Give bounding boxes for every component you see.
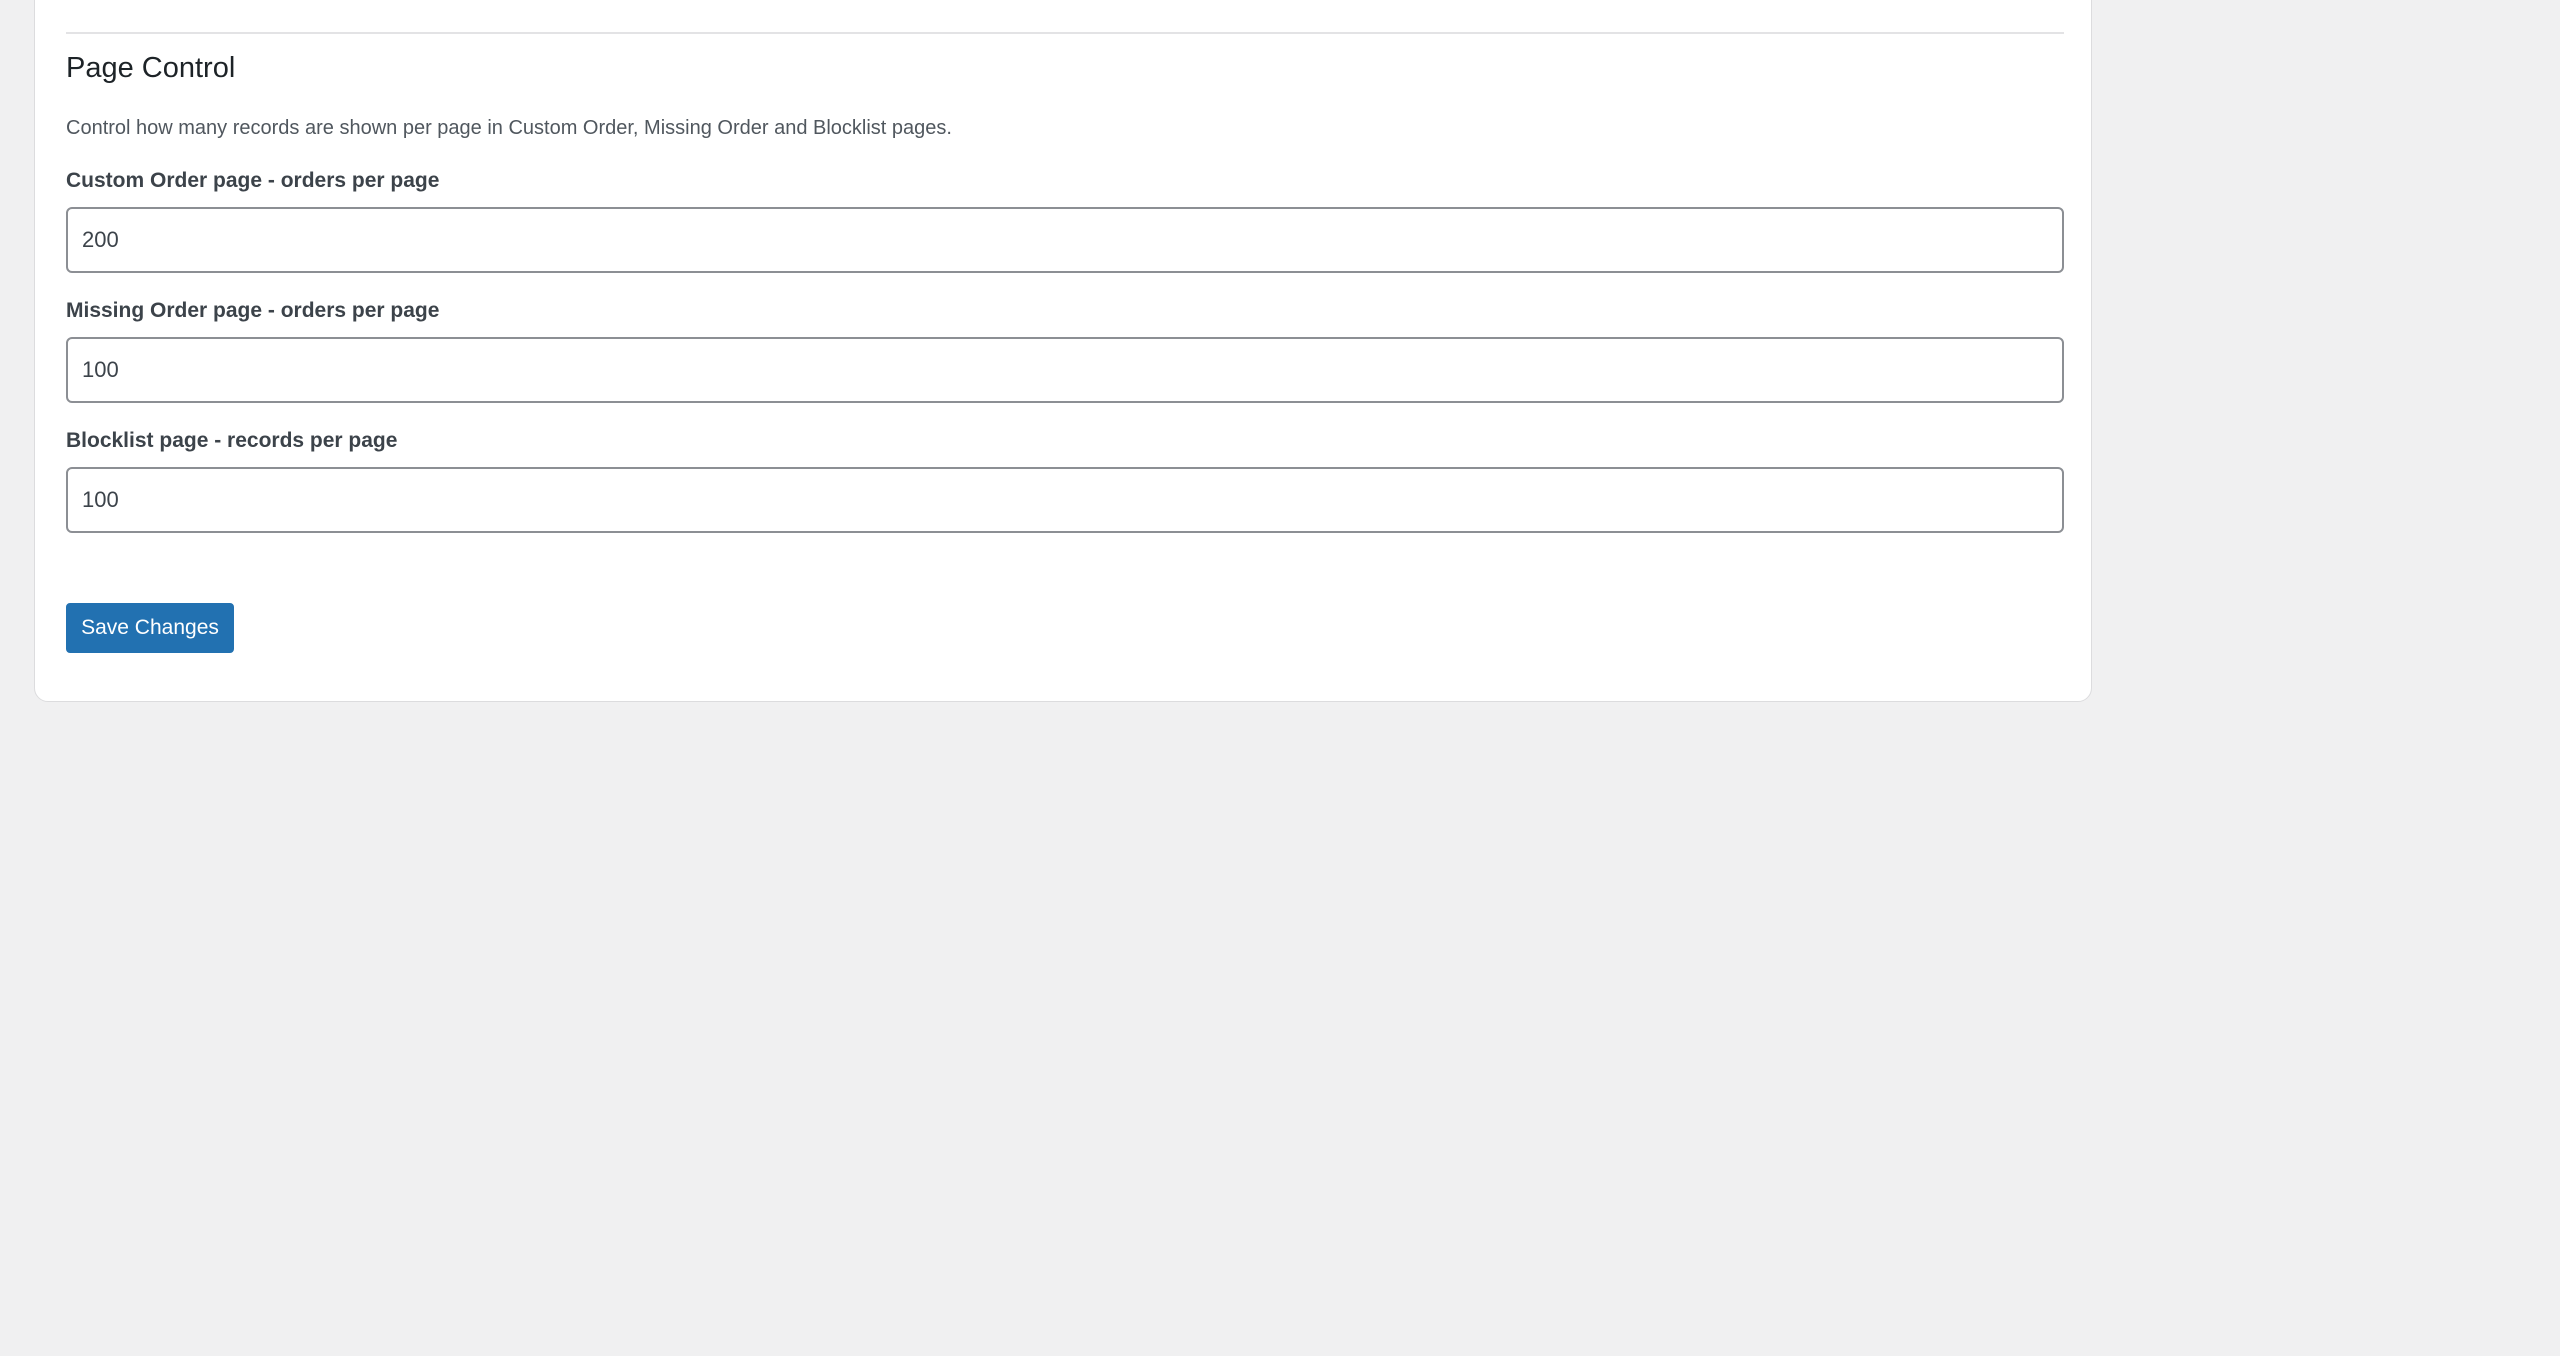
settings-card: Page Control Control how many records ar… [34,0,2092,702]
blocklist-per-page-input[interactable] [66,467,2064,533]
section-divider [66,32,2064,34]
missing-order-per-page-input[interactable] [66,337,2064,403]
section-title: Page Control [66,52,236,84]
custom-order-per-page-label: Custom Order page - orders per page [66,169,440,192]
save-changes-button[interactable]: Save Changes [66,603,234,653]
blocklist-per-page-label: Blocklist page - records per page [66,429,398,452]
missing-order-per-page-label: Missing Order page - orders per page [66,299,440,322]
section-description: Control how many records are shown per p… [66,117,952,139]
custom-order-per-page-input[interactable] [66,207,2064,273]
